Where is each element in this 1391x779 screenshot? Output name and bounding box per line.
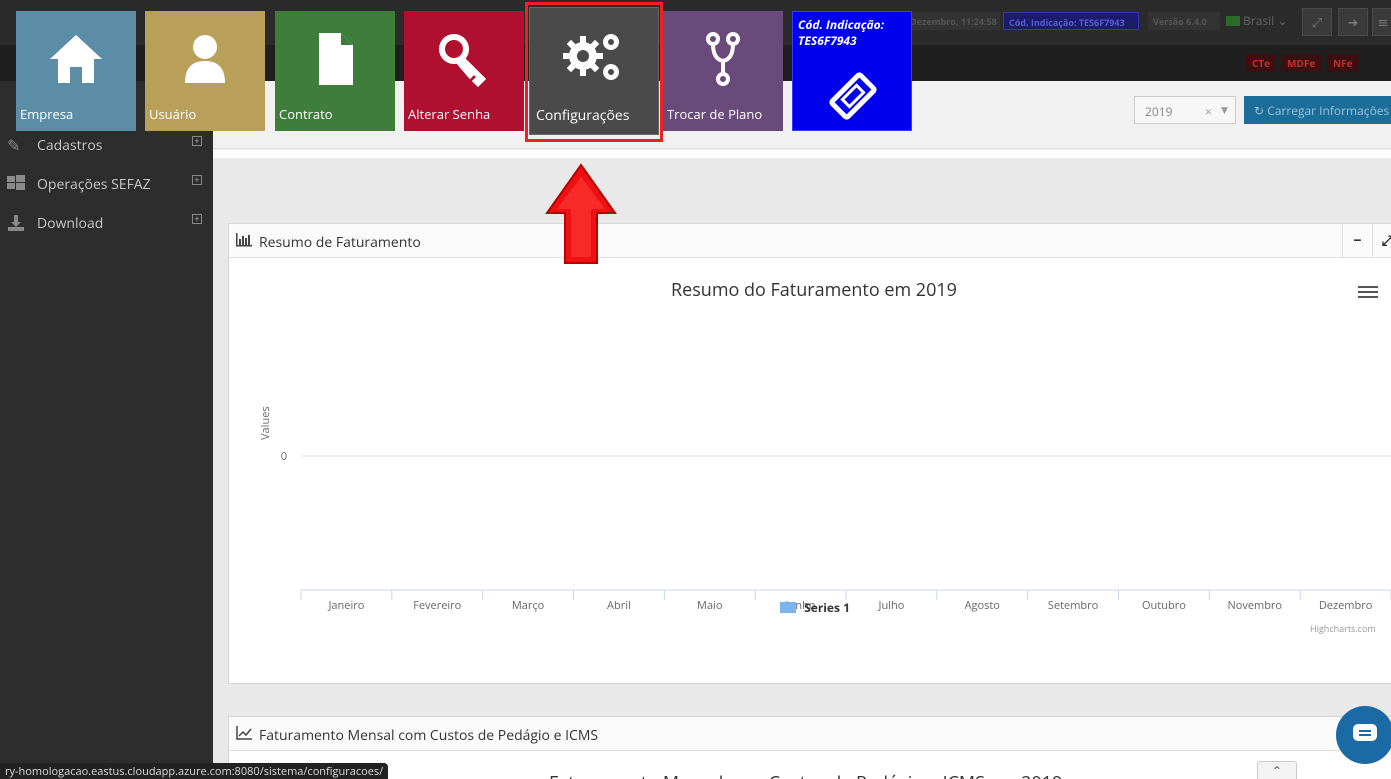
date-time-info: Dezembro, 11:24:58	[905, 12, 1000, 30]
nfe-badge[interactable]: NFe	[1327, 54, 1359, 72]
tile-label: Usuário	[149, 105, 197, 123]
year-value: 2019	[1145, 103, 1173, 120]
x-tick-label: Setembro	[1048, 598, 1099, 613]
load-info-button[interactable]: ↻ Carregar Informações	[1244, 96, 1391, 124]
tile-glyph	[16, 31, 136, 91]
y-tick-label: 0	[281, 449, 287, 464]
x-tick-label: Julho	[877, 598, 904, 613]
x-tick-label: Abril	[607, 598, 631, 613]
x-tick-label: Dezembro	[1319, 598, 1373, 613]
expand-icon: ⤢	[1311, 13, 1323, 31]
sidebar-item-label: Download	[37, 214, 104, 233]
sidebar-item-cadastros[interactable]: ✎ Cadastros +	[0, 127, 213, 163]
version-info: Versão 6.4.0	[1148, 12, 1220, 30]
x-tick-label: Janeiro	[327, 598, 364, 613]
panel-header: Faturamento Mensal com Custos de Pedágio…	[229, 717, 1391, 751]
country-label: Brasil	[1243, 12, 1275, 29]
download-icon	[7, 214, 27, 232]
x-tick-label: Fevereiro	[413, 598, 461, 613]
codigo-indicacao-title: Cód. Indicação:	[798, 16, 885, 33]
x-tick-label: Agosto	[965, 598, 1001, 613]
x-tick-label: Maio	[697, 598, 723, 613]
year-select[interactable]: 2019 × ▼	[1134, 96, 1236, 124]
tile-label: Alterar Senha	[408, 105, 491, 123]
sidebar-item-label: Operações SEFAZ	[37, 175, 151, 194]
ticket-icon	[829, 72, 877, 120]
dropdown-arrow-icon: ▼	[1221, 103, 1228, 116]
chat-button[interactable]	[1336, 706, 1391, 764]
arrow-up-annotation-icon	[545, 163, 617, 264]
billing-summary-panel: Resumo de Faturamento − ⤢ Resumo do Fatu…	[228, 223, 1391, 684]
chevron-up-icon: ⌃	[1271, 762, 1283, 779]
tile-empresa[interactable]: Empresa	[16, 11, 136, 131]
tile-glyph	[404, 31, 524, 91]
line-chart-icon	[236, 726, 252, 742]
tile-glyph	[275, 31, 395, 91]
menu-button[interactable]: ≡	[1372, 8, 1391, 36]
tile-contrato[interactable]: Contrato	[275, 11, 395, 131]
tile-glyph	[145, 31, 265, 91]
x-tick-label: Novembro	[1227, 598, 1282, 613]
edit-icon: ✎	[7, 134, 21, 156]
windows-icon	[7, 175, 27, 193]
tile-label: Empresa	[20, 105, 74, 123]
codigo-indicacao-info: Cód. Indicação: TES6F7943	[1003, 12, 1139, 30]
x-tick-label: Outubro	[1142, 598, 1186, 613]
clear-icon[interactable]: ×	[1205, 103, 1212, 120]
scroll-top-button[interactable]: ⌃	[1257, 761, 1297, 779]
plus-icon: +	[192, 136, 202, 146]
codigo-indicacao-value: TES6F7943	[798, 32, 857, 49]
refresh-icon: ↻	[1254, 102, 1265, 119]
plus-icon: +	[192, 175, 202, 185]
tile-label: Contrato	[279, 105, 333, 123]
flag-icon	[1226, 16, 1240, 26]
cte-badge[interactable]: CTe	[1246, 54, 1277, 72]
y-axis-label: Values	[258, 406, 273, 440]
logout-icon: ➜	[1347, 13, 1359, 31]
status-bar-url: ry-homologacao.eastus.cloudapp.azure.com…	[0, 763, 389, 779]
tile-alterar-senha[interactable]: Alterar Senha	[404, 11, 524, 131]
sidebar-item-label: Cadastros	[37, 136, 103, 155]
chart-title: Faturamento Mensal com Custos de Pedágio…	[549, 771, 1062, 779]
mdfe-badge[interactable]: MDFe	[1281, 54, 1322, 72]
key-icon	[439, 34, 487, 87]
panel-title: Faturamento Mensal com Custos de Pedágio…	[259, 726, 599, 745]
chat-icon	[1353, 724, 1377, 741]
home-icon	[50, 35, 102, 83]
tile-usuario[interactable]: Usuário	[145, 11, 265, 131]
sidebar-item-operacoes-sefaz[interactable]: Operações SEFAZ +	[0, 166, 213, 202]
legend-label: Series 1	[804, 599, 850, 616]
highlight-frame	[525, 2, 663, 142]
plus-icon: +	[192, 214, 202, 224]
hamburger-icon: ≡	[1377, 13, 1389, 31]
chart-credits[interactable]: Highcharts.com	[1310, 622, 1376, 635]
chart-legend-item[interactable]: Series 1	[780, 599, 850, 616]
legend-swatch	[780, 602, 796, 613]
tile-glyph	[663, 31, 783, 91]
tile-label: Trocar de Plano	[667, 105, 763, 123]
codigo-indicacao-tile[interactable]: Cód. Indicação: TES6F7943	[792, 11, 912, 131]
country-selector[interactable]: Brasil ⌄	[1226, 12, 1287, 29]
fullscreen-button[interactable]: ⤢	[1302, 8, 1332, 36]
branch-icon	[706, 32, 740, 86]
load-info-label: Carregar Informações	[1267, 102, 1390, 119]
user-icon	[185, 35, 225, 83]
sidebar-item-download[interactable]: Download +	[0, 205, 213, 241]
monthly-billing-panel: Faturamento Mensal com Custos de Pedágio…	[228, 716, 1391, 779]
tile-trocar-plano[interactable]: Trocar de Plano	[663, 11, 783, 131]
chevron-down-icon: ⌄	[1277, 12, 1288, 29]
x-tick-label: Março	[512, 598, 545, 613]
content-top-strip	[213, 150, 1391, 158]
document-icon	[319, 33, 353, 85]
logout-button[interactable]: ➜	[1338, 8, 1368, 36]
